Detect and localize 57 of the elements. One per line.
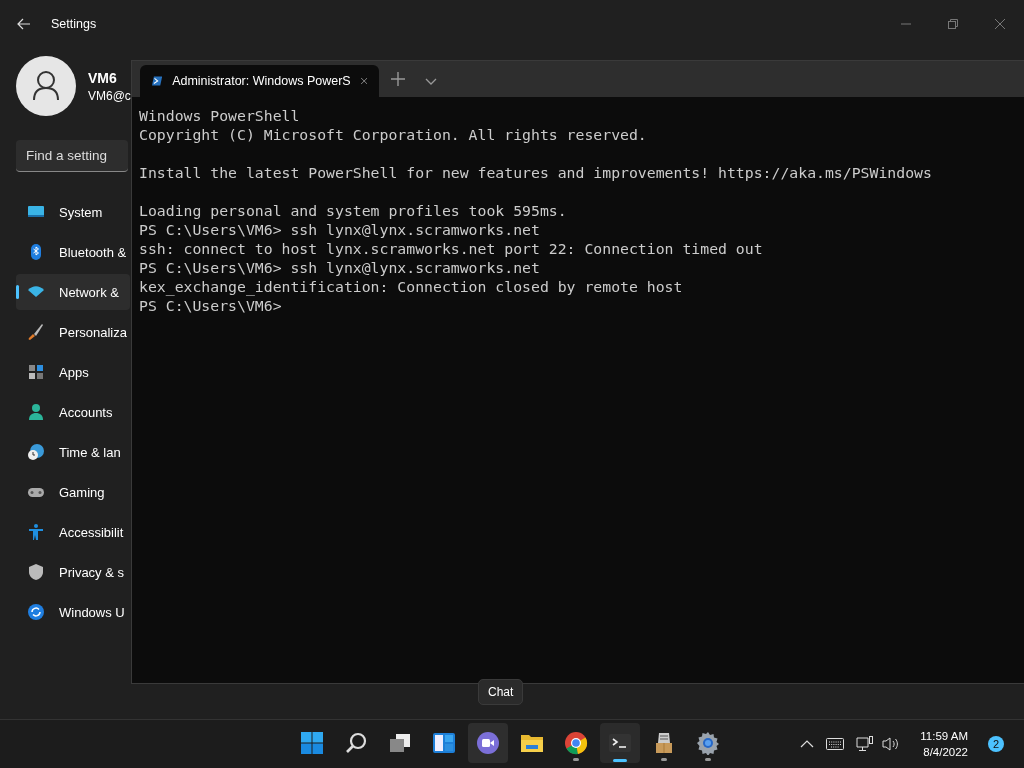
taskbar-button[interactable] xyxy=(600,723,640,763)
brush-icon xyxy=(27,323,45,341)
widgets-icon xyxy=(432,731,456,755)
terminal-line: Windows PowerShell xyxy=(139,107,300,124)
user-email: VM6@c xyxy=(88,88,131,103)
chat-icon xyxy=(476,731,500,755)
accessibility-icon xyxy=(27,523,45,541)
powershell-icon xyxy=(152,74,163,88)
sidebar-item[interactable]: Network & xyxy=(16,274,130,310)
sidebar-item[interactable]: Gaming xyxy=(16,474,130,510)
sidebar-item[interactable]: Bluetooth & xyxy=(16,234,130,270)
sidebar-item[interactable]: Time & lan xyxy=(16,434,130,470)
sidebar-item[interactable]: Privacy & s xyxy=(16,554,130,590)
person-icon xyxy=(27,403,45,421)
terminal-line: Loading personal and system profiles took 595ms. xyxy=(139,202,567,219)
sidebar-item[interactable]: Windows U xyxy=(16,594,130,630)
restore-icon[interactable] xyxy=(947,18,959,30)
terminal-line: ssh: connect to host lynx.scramworks.net port 22: Connection timed out xyxy=(139,240,763,257)
network-icon[interactable] xyxy=(856,736,875,752)
task-view-icon xyxy=(388,731,412,755)
terminal-line: kex_exchange_identification: Connection closed by remote host xyxy=(139,278,683,295)
close-icon[interactable] xyxy=(360,76,367,86)
dropdown-caret-icon[interactable] xyxy=(425,78,437,86)
browser-icon xyxy=(564,731,588,755)
clock[interactable]: 11:59 AM 8/4/2022 xyxy=(920,728,968,760)
sidebar-item[interactable]: Accessibilit xyxy=(16,514,130,550)
terminal-line: PS C:\Users\VM6> ssh lynx@lynx.scramworks.net xyxy=(139,259,540,276)
window-title: Settings xyxy=(51,17,97,31)
sidebar-item[interactable]: System xyxy=(16,194,130,230)
apps-icon xyxy=(27,363,45,381)
clock-globe-icon xyxy=(27,443,45,461)
search-field[interactable]: Find a setting xyxy=(16,140,128,172)
settings-icon xyxy=(696,731,720,755)
windows-start-icon xyxy=(300,731,324,755)
sidebar-item[interactable]: Accounts xyxy=(16,394,130,430)
keyboard-icon[interactable] xyxy=(826,738,845,750)
chevron-up-icon[interactable] xyxy=(800,740,815,748)
terminal-line: PS C:\Users\VM6> ssh lynx@lynx.scramworks.net xyxy=(139,221,540,238)
terminal-icon xyxy=(608,731,632,755)
volume-icon[interactable] xyxy=(882,736,901,752)
terminal-tab[interactable]: Administrator: Windows PowerS xyxy=(140,65,379,97)
sidebar-item[interactable]: Apps xyxy=(16,354,130,390)
tooltip: Chat xyxy=(478,679,524,705)
sync-icon xyxy=(27,603,45,621)
terminal-line: Copyright (C) Microsoft Corporation. All rights reserved. xyxy=(139,126,647,143)
shield-icon xyxy=(27,563,45,581)
taskbar-button[interactable] xyxy=(468,723,508,763)
user-name: VM6 xyxy=(88,69,118,86)
new-tab-icon[interactable] xyxy=(391,72,405,86)
back-arrow-icon[interactable] xyxy=(17,18,31,30)
notification-badge[interactable]: 2 xyxy=(988,736,1004,752)
avatar-icon xyxy=(16,56,76,116)
search-icon xyxy=(344,731,368,755)
terminal-line: PS C:\Users\VM6> xyxy=(139,297,282,314)
close-icon[interactable] xyxy=(994,18,1006,30)
sidebar-item[interactable]: Personaliza xyxy=(16,314,130,350)
terminal-line: Install the latest PowerShell for new features and improvements! https://aka.ms/PSWindows xyxy=(139,164,932,181)
